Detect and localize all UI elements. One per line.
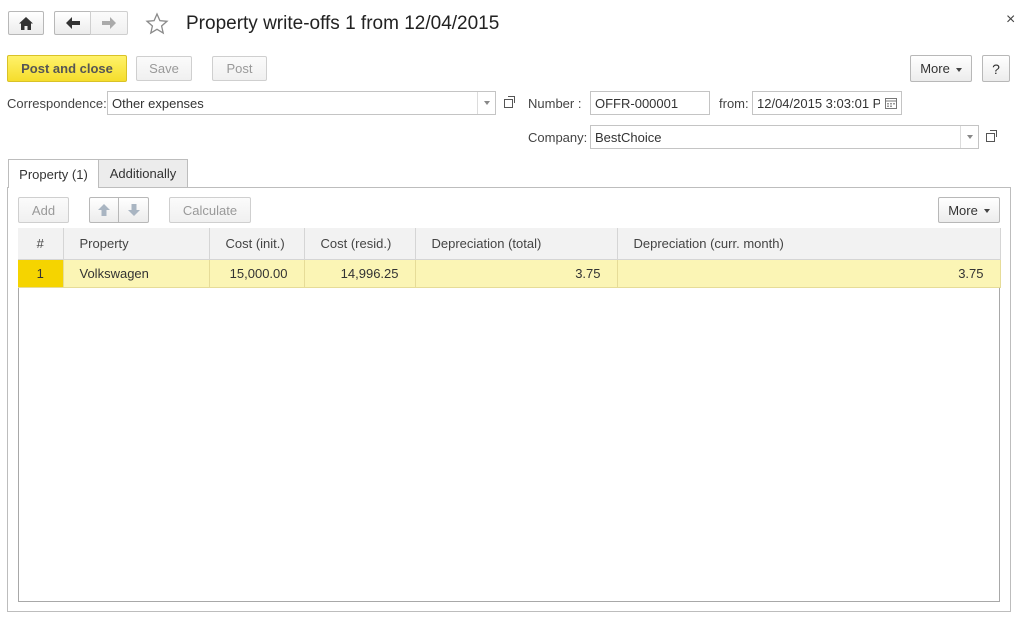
move-up-button[interactable] bbox=[89, 197, 119, 223]
calculate-button[interactable]: Calculate bbox=[169, 197, 251, 223]
table-more-button[interactable]: More bbox=[938, 197, 1000, 223]
home-button[interactable] bbox=[8, 11, 44, 35]
column-header-cost-resid[interactable]: Cost (resid.) bbox=[304, 228, 416, 260]
tab-additionally[interactable]: Additionally bbox=[98, 159, 188, 187]
post-and-close-button[interactable]: Post and close bbox=[7, 55, 127, 82]
company-open-button[interactable] bbox=[980, 125, 1000, 149]
move-down-button[interactable] bbox=[118, 197, 149, 223]
close-icon[interactable]: × bbox=[1006, 11, 1015, 29]
open-icon bbox=[503, 95, 515, 108]
correspondence-label: Correspondence: bbox=[7, 96, 107, 111]
number-label: Number : bbox=[528, 96, 582, 111]
save-button[interactable]: Save bbox=[136, 56, 192, 81]
arrow-right-icon bbox=[102, 17, 116, 29]
open-icon bbox=[985, 129, 997, 142]
favorite-star-icon[interactable] bbox=[145, 12, 169, 36]
date-value: 12/04/2015 3:03:01 PM bbox=[757, 95, 893, 111]
cell-property[interactable]: Volkswagen bbox=[63, 259, 210, 288]
arrow-up-icon bbox=[98, 204, 110, 216]
table-row[interactable]: 1 Volkswagen 15,000.00 14,996.25 3.75 3.… bbox=[18, 259, 1001, 288]
cell-depreciation-month[interactable]: 3.75 bbox=[617, 259, 1001, 288]
back-button[interactable] bbox=[54, 11, 91, 35]
correspondence-open-button[interactable] bbox=[498, 91, 518, 115]
home-icon bbox=[19, 16, 33, 30]
correspondence-value: Other expenses bbox=[112, 95, 204, 111]
number-value: OFFR-000001 bbox=[595, 95, 679, 111]
more-button[interactable]: More bbox=[910, 55, 972, 82]
cell-depreciation-total[interactable]: 3.75 bbox=[415, 259, 618, 288]
row-index: 1 bbox=[18, 259, 64, 288]
window-title: Property write-offs 1 from 12/04/2015 bbox=[186, 13, 500, 34]
more-label: More bbox=[920, 61, 950, 76]
correspondence-dropdown-button[interactable] bbox=[477, 92, 495, 114]
column-header-depreciation-total[interactable]: Depreciation (total) bbox=[415, 228, 618, 260]
tab-property[interactable]: Property (1) bbox=[8, 159, 99, 188]
company-value: BestChoice bbox=[595, 129, 662, 145]
column-header-depreciation-month[interactable]: Depreciation (curr. month) bbox=[617, 228, 1001, 260]
number-field[interactable]: OFFR-000001 bbox=[590, 91, 710, 115]
column-header-property[interactable]: Property bbox=[63, 228, 210, 260]
chevron-down-icon bbox=[983, 209, 990, 213]
arrow-left-icon bbox=[65, 17, 80, 29]
table-header-row: # Property Cost (init.) Cost (resid.) De… bbox=[18, 228, 1001, 260]
company-label: Company: bbox=[528, 130, 588, 145]
from-label: from: bbox=[719, 96, 749, 111]
column-header-index[interactable]: # bbox=[18, 228, 64, 260]
table-more-label: More bbox=[948, 202, 978, 218]
add-button[interactable]: Add bbox=[18, 197, 69, 223]
correspondence-field[interactable]: Other expenses bbox=[107, 91, 496, 115]
chevron-down-icon bbox=[483, 101, 490, 105]
chevron-down-icon bbox=[955, 67, 962, 72]
column-header-cost-init[interactable]: Cost (init.) bbox=[209, 228, 305, 260]
calendar-button[interactable] bbox=[880, 92, 901, 114]
cell-cost-resid[interactable]: 14,996.25 bbox=[304, 259, 416, 288]
chevron-down-icon bbox=[966, 135, 973, 139]
help-button[interactable]: ? bbox=[982, 55, 1010, 82]
cell-cost-init[interactable]: 15,000.00 bbox=[209, 259, 305, 288]
property-table: # Property Cost (init.) Cost (resid.) De… bbox=[18, 228, 1001, 288]
company-field[interactable]: BestChoice bbox=[590, 125, 979, 149]
forward-button[interactable] bbox=[90, 11, 128, 35]
arrow-down-icon bbox=[127, 204, 140, 216]
post-button[interactable]: Post bbox=[212, 56, 267, 81]
company-dropdown-button[interactable] bbox=[960, 126, 978, 148]
calendar-icon bbox=[884, 97, 897, 109]
